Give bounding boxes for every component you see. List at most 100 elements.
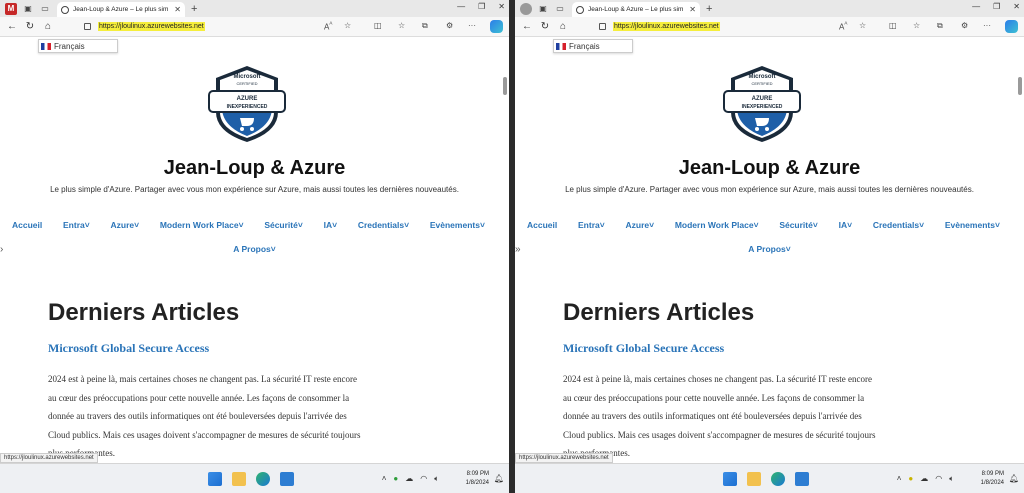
volume-icon[interactable]: 🔈︎ [949,474,954,484]
menu-item-securite[interactable]: Sécurité˅ [264,220,303,230]
menu-item-securite[interactable]: Sécurité˅ [779,220,818,230]
clock[interactable]: 8:09 PM 1/8/2024 [466,470,489,488]
scrollbar-thumb[interactable] [503,77,507,95]
tab-active[interactable]: Jean-Loup & Azure – Le plus sim ✕ [572,2,700,17]
france-flag-icon [41,42,51,50]
tab-actions-icon[interactable]: ▭ [39,3,51,15]
collections-icon[interactable]: ⧉ [937,21,943,31]
favorite-icon[interactable]: ☆ [344,21,351,30]
more-icon[interactable]: ··· [983,21,991,30]
workspaces-icon[interactable]: ▣ [537,3,549,15]
site-favicon-icon [61,5,69,14]
site-title[interactable]: Jean-Loup & Azure [0,157,509,180]
close-window-icon[interactable]: ✕ [498,2,505,11]
menu-item-entra[interactable]: Entra˅ [578,220,605,230]
tray-chevron-icon[interactable]: ˄ [897,474,902,484]
favorites-icon[interactable]: ☆ [398,21,405,30]
new-tab-button[interactable]: + [191,3,197,15]
split-screen-icon[interactable]: ◫ [374,21,382,30]
profile-icon[interactable] [520,2,532,15]
copilot-icon[interactable] [490,20,503,33]
tray-app-icon[interactable]: ● [908,474,913,484]
network-icon[interactable]: ☁ [920,474,928,484]
volume-icon[interactable]: 🔈︎ [434,474,439,484]
menu-item-evenements[interactable]: Evènements˅ [430,220,485,230]
home-icon[interactable]: ⌂ [557,21,569,33]
side-panel-chevron-icon[interactable]: » [515,244,521,255]
network-icon[interactable]: ☁ [405,474,413,484]
menu-item-evenements[interactable]: Evènements˅ [945,220,1000,230]
back-icon[interactable]: ← [6,21,18,33]
profile-icon[interactable]: M [5,2,17,15]
restore-icon[interactable]: ❐ [993,2,1000,11]
close-tab-icon[interactable]: ✕ [689,5,696,14]
more-icon[interactable]: ··· [468,21,476,30]
read-aloud-icon[interactable]: Aᴬ [839,21,847,32]
menu-item-accueil[interactable]: Accueil [12,220,42,230]
restore-icon[interactable]: ❐ [478,2,485,11]
menu-item-a-propos[interactable]: A Propos˅ [0,244,509,254]
extensions-icon[interactable]: ⚙ [446,21,453,30]
back-icon[interactable]: ← [521,21,533,33]
refresh-icon[interactable]: ↻ [539,21,551,33]
menu-item-credentials[interactable]: Credentials˅ [873,220,924,230]
windows-start-icon[interactable] [723,472,737,486]
clock-time: 8:09 PM [981,471,1004,477]
split-screen-icon[interactable]: ◫ [889,21,897,30]
lock-icon[interactable] [599,23,606,30]
store-icon[interactable] [795,472,809,486]
menu-item-credentials[interactable]: Credentials˅ [358,220,409,230]
scrollbar-thumb[interactable] [1018,77,1022,95]
favorite-icon[interactable]: ☆ [859,21,866,30]
address-bar[interactable]: https://jloulinux.azurewebsites.net [593,19,878,34]
tab-active[interactable]: Jean-Loup & Azure – Le plus sim ✕ [57,2,185,17]
clock[interactable]: 8:09 PM 1/8/2024 [981,470,1004,488]
menu-item-azure[interactable]: Azure˅ [625,220,654,230]
windows-start-icon[interactable] [208,472,222,486]
site-title[interactable]: Jean-Loup & Azure [515,157,1024,180]
workspaces-icon[interactable]: ▣ [22,3,34,15]
edge-icon[interactable] [256,472,270,486]
notification-icon[interactable]: 🔔︎ [494,474,504,483]
lock-icon[interactable] [84,23,91,30]
notification-icon[interactable]: 🔔︎ [1009,474,1019,483]
read-aloud-icon[interactable]: Aᴬ [324,21,332,32]
file-explorer-icon[interactable] [747,472,761,486]
wifi-icon[interactable]: ◠ [420,474,427,484]
menu-item-ia[interactable]: IA˅ [839,220,852,230]
tray-chevron-icon[interactable]: ˄ [382,474,387,484]
minimize-icon[interactable]: — [972,2,980,11]
collections-icon[interactable]: ⧉ [422,21,428,31]
minimize-icon[interactable]: — [457,2,465,11]
address-bar[interactable]: https://jloulinux.azurewebsites.net [78,19,363,34]
tab-actions-icon[interactable]: ▭ [554,3,566,15]
badge-brand: Microsoft [749,74,776,80]
url-text: https://jloulinux.azurewebsites.net [98,22,205,31]
close-tab-icon[interactable]: ✕ [174,5,181,14]
post-title-link[interactable]: Microsoft Global Secure Access [563,341,724,356]
menu-item-azure[interactable]: Azure˅ [110,220,139,230]
menu-item-a-propos[interactable]: A Propos˅ [515,244,1024,254]
refresh-icon[interactable]: ↻ [24,21,36,33]
post-line: donnée au travers des outils informatiqu… [48,411,347,421]
favorites-icon[interactable]: ☆ [913,21,920,30]
tray-app-icon[interactable]: ● [393,474,398,484]
store-icon[interactable] [280,472,294,486]
file-explorer-icon[interactable] [232,472,246,486]
menu-item-entra[interactable]: Entra˅ [63,220,90,230]
new-tab-button[interactable]: + [706,3,712,15]
language-selector[interactable]: Français [38,39,118,53]
language-selector[interactable]: Français [553,39,633,53]
post-title-link[interactable]: Microsoft Global Secure Access [48,341,209,356]
extensions-icon[interactable]: ⚙ [961,21,968,30]
edge-icon[interactable] [771,472,785,486]
close-window-icon[interactable]: ✕ [1013,2,1020,11]
wifi-icon[interactable]: ◠ [935,474,942,484]
menu-item-accueil[interactable]: Accueil [527,220,557,230]
menu-item-ia[interactable]: IA˅ [324,220,337,230]
menu-item-modern-work-place[interactable]: Modern Work Place˅ [160,220,244,230]
copilot-icon[interactable] [1005,20,1018,33]
side-panel-chevron-icon[interactable]: › [0,244,3,255]
home-icon[interactable]: ⌂ [42,21,54,33]
menu-item-modern-work-place[interactable]: Modern Work Place˅ [675,220,759,230]
